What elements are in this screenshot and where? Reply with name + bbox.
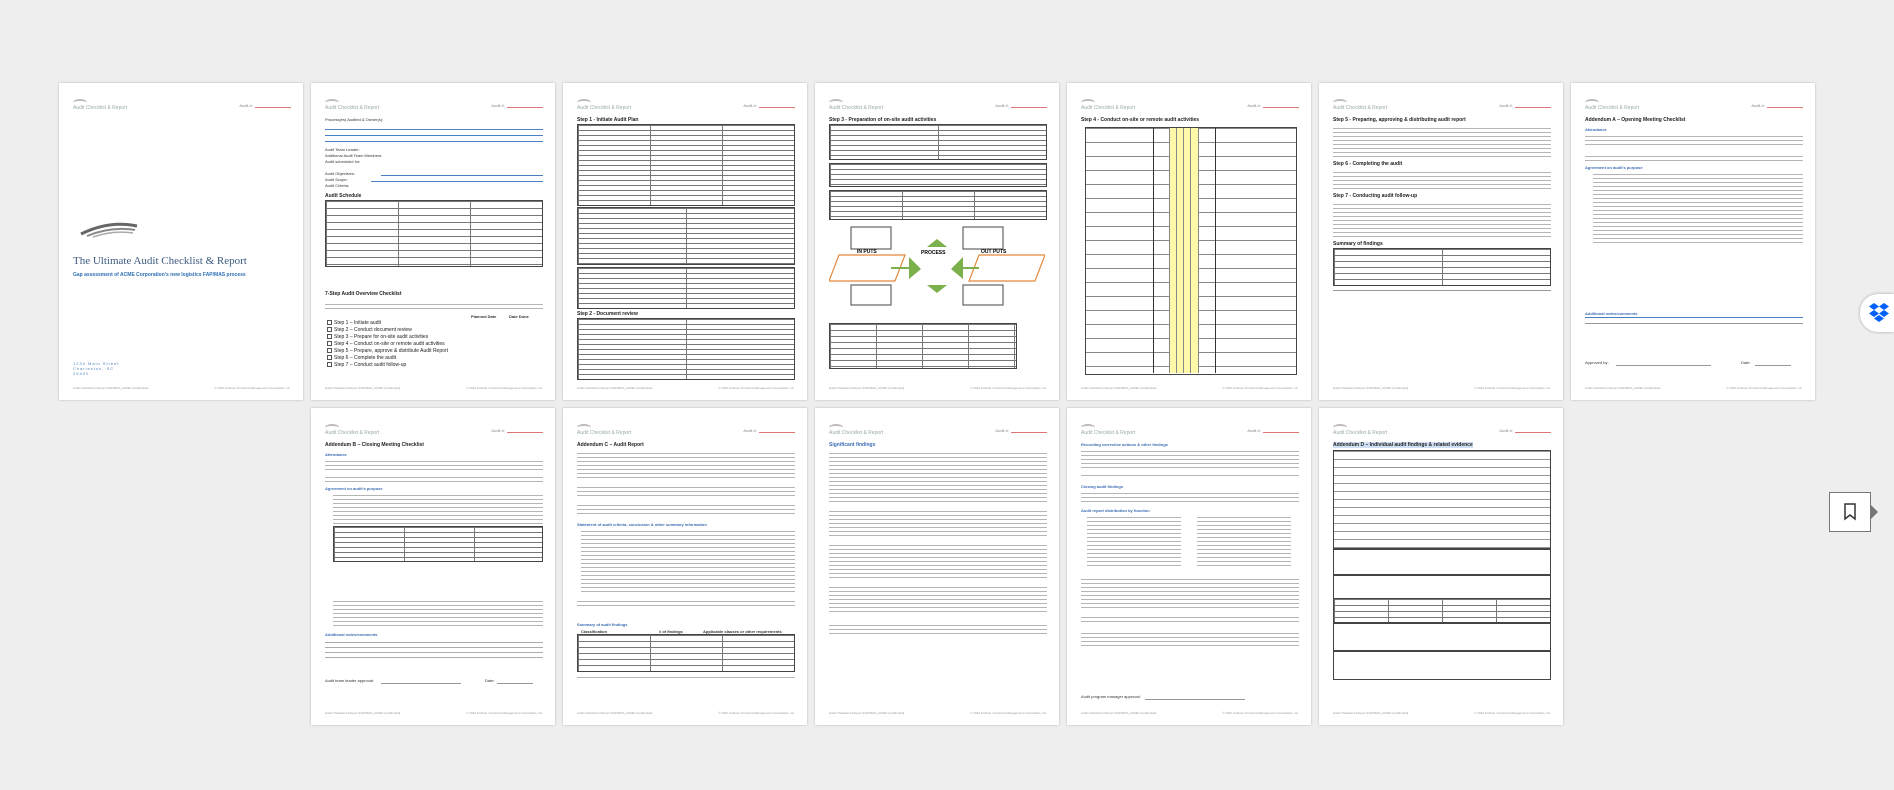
page-7-addendum-a[interactable]: Audit Checklist & Report Audit #: Addend…: [1571, 83, 1815, 400]
auditee-label: Process(es) Audited & Owner(s):: [325, 117, 384, 122]
page-1-cover[interactable]: Audit Checklist & Report Audit #: The Ul…: [59, 83, 303, 400]
page-footer: Audit Checklist & Report (FAP/MAS_ACME C…: [73, 386, 291, 390]
audit-findings-summary-table: [577, 634, 795, 672]
page-6-report-followup[interactable]: Audit Checklist & Report Audit #: Step 5…: [1319, 83, 1563, 400]
page-header: Audit Checklist & Report Audit #:: [325, 99, 543, 113]
page-3-initiate-audit[interactable]: Audit Checklist & Report Audit #: Step 1…: [563, 83, 807, 400]
document-review-table: [577, 318, 795, 380]
bookmark-icon: [1844, 503, 1856, 521]
page-8-addendum-b[interactable]: Audit Checklist & Report Audit #: Addend…: [311, 408, 555, 725]
page-10-significant-findings[interactable]: Audit Checklist & Report Audit #: Signif…: [815, 408, 1059, 725]
cover-address: 1234 Main Street Charleston, SC 29401: [73, 361, 120, 376]
page-header: Audit Checklist & Report Audit #:: [73, 99, 291, 113]
findings-summary-table: [1333, 248, 1551, 286]
cover-title: The Ultimate Audit Checklist & Report: [73, 255, 247, 267]
bookmark-button[interactable]: [1829, 492, 1878, 532]
initiate-audit-table: [577, 124, 795, 206]
individual-findings-form: [1333, 450, 1551, 550]
dropbox-icon-button[interactable]: [1860, 294, 1894, 332]
schedule-title: Audit Schedule: [325, 193, 362, 199]
dropbox-icon: [1869, 303, 1889, 322]
closing-findings-table: [333, 526, 543, 562]
page-11-corrective-actions[interactable]: Audit Checklist & Report Audit #: Record…: [1067, 408, 1311, 725]
page-12-addendum-d[interactable]: Audit Checklist & Report Audit #: Addend…: [1319, 408, 1563, 725]
header-title: Audit Checklist & Report: [73, 105, 128, 111]
flow-outputs-label: OUT PUTS: [981, 249, 1007, 255]
overview-title: 7-Step Audit Overview Checklist: [325, 291, 402, 297]
page-9-addendum-c[interactable]: Audit Checklist & Report Audit #: Addend…: [563, 408, 807, 725]
page-2-overview[interactable]: Audit Checklist & Report Audit #: Proces…: [311, 83, 555, 400]
process-flow-diagram: IN PUTS PROCESS OUT PUTS: [829, 226, 1045, 306]
page-5-onsite-activities[interactable]: Audit Checklist & Report Audit #: Step 4…: [1067, 83, 1311, 400]
page-4-preparation[interactable]: Audit Checklist & Report Audit #: Step 3…: [815, 83, 1059, 400]
schedule-table: [325, 200, 543, 267]
header-audit-number: Audit #:: [239, 103, 291, 108]
flow-process-label: PROCESS: [921, 250, 946, 256]
cover-subtitle: Gap assessment of ACME Corporation's new…: [73, 272, 246, 278]
flow-inputs-label: IN PUTS: [857, 249, 877, 255]
company-logo-icon: [80, 222, 138, 238]
